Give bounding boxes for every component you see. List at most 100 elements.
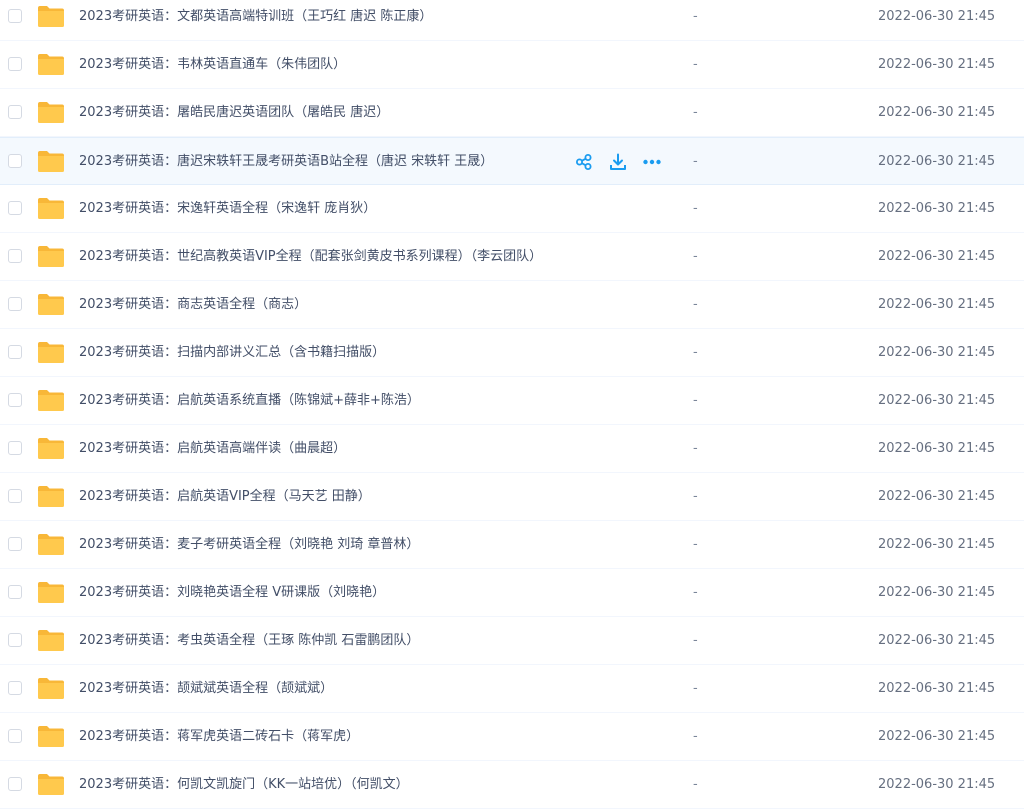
row-checkbox[interactable] — [8, 489, 22, 503]
file-row[interactable]: 2023考研英语：蒋军虎英语二砖石卡（蒋军虎） - 2022-06-30 21:… — [0, 713, 1024, 761]
file-size: - — [693, 633, 698, 648]
file-size: - — [693, 201, 698, 216]
modified-time: 2022-06-30 21:45 — [878, 154, 996, 169]
file-name[interactable]: 2023考研英语：考虫英语全程（王琢 陈仲凯 石雷鹏团队） — [79, 617, 419, 665]
folder-icon — [38, 726, 64, 747]
row-checkbox[interactable] — [8, 105, 22, 119]
file-row[interactable]: 2023考研英语：何凯文凯旋门（KK一站培优）（何凯文） - 2022-06-3… — [0, 761, 1024, 809]
row-checkbox[interactable] — [8, 585, 22, 599]
row-hover-actions — [574, 152, 676, 172]
row-checkbox[interactable] — [8, 393, 22, 407]
file-name[interactable]: 2023考研英语：启航英语VIP全程（马天艺 田静） — [79, 473, 371, 521]
file-row[interactable]: 2023考研英语：文都英语高端特训班（王巧红 唐迟 陈正康） - 2022-06… — [0, 0, 1024, 41]
modified-time: 2022-06-30 21:45 — [878, 681, 996, 696]
file-list: 2023考研英语：文都英语高端特训班（王巧红 唐迟 陈正康） - 2022-06… — [0, 0, 1024, 809]
row-checkbox[interactable] — [8, 441, 22, 455]
file-name[interactable]: 2023考研英语：扫描内部讲义汇总（含书籍扫描版） — [79, 329, 385, 377]
file-name[interactable]: 2023考研英语：启航英语系统直播（陈锦斌+薛非+陈浩） — [79, 377, 420, 425]
row-checkbox[interactable] — [8, 154, 22, 168]
file-name[interactable]: 2023考研英语：屠皓民唐迟英语团队（屠皓民 唐迟） — [79, 89, 389, 137]
download-icon[interactable] — [608, 152, 628, 172]
row-checkbox[interactable] — [8, 777, 22, 791]
row-checkbox[interactable] — [8, 537, 22, 551]
folder-icon — [38, 246, 64, 267]
folder-icon — [38, 294, 64, 315]
folder-icon — [38, 198, 64, 219]
file-size: - — [693, 345, 698, 360]
modified-time: 2022-06-30 21:45 — [878, 57, 996, 72]
row-checkbox[interactable] — [8, 729, 22, 743]
file-row[interactable]: 2023考研英语：启航英语高端伴读（曲晨超） - 2022-06-30 21:4… — [0, 425, 1024, 473]
file-name[interactable]: 2023考研英语：文都英语高端特训班（王巧红 唐迟 陈正康） — [79, 0, 432, 41]
file-size: - — [693, 489, 698, 504]
folder-icon — [38, 534, 64, 555]
modified-time: 2022-06-30 21:45 — [878, 297, 996, 312]
row-checkbox[interactable] — [8, 57, 22, 71]
folder-icon — [38, 54, 64, 75]
folder-icon — [38, 151, 64, 172]
file-row[interactable]: 2023考研英语：商志英语全程（商志） - 2022-06-30 21:45 — [0, 281, 1024, 329]
folder-icon — [38, 6, 64, 27]
file-row[interactable]: 2023考研英语：麦子考研英语全程（刘晓艳 刘琦 章普林） - 2022-06-… — [0, 521, 1024, 569]
file-name[interactable]: 2023考研英语：唐迟宋轶轩王晟考研英语B站全程（唐迟 宋轶轩 王晟） — [79, 138, 493, 186]
file-row[interactable]: 2023考研英语：韦林英语直通车（朱伟团队） - 2022-06-30 21:4… — [0, 41, 1024, 89]
folder-icon — [38, 582, 64, 603]
modified-time: 2022-06-30 21:45 — [878, 777, 996, 792]
file-row[interactable]: 2023考研英语：屠皓民唐迟英语团队（屠皓民 唐迟） - 2022-06-30 … — [0, 89, 1024, 137]
folder-icon — [38, 102, 64, 123]
row-checkbox[interactable] — [8, 297, 22, 311]
file-row[interactable]: 2023考研英语：考虫英语全程（王琢 陈仲凯 石雷鹏团队） - 2022-06-… — [0, 617, 1024, 665]
file-row[interactable]: 2023考研英语：刘晓艳英语全程 V研课版（刘晓艳） - 2022-06-30 … — [0, 569, 1024, 617]
file-row[interactable]: 2023考研英语：世纪高教英语VIP全程（配套张剑黄皮书系列课程）（李云团队） … — [0, 233, 1024, 281]
file-name[interactable]: 2023考研英语：世纪高教英语VIP全程（配套张剑黄皮书系列课程）（李云团队） — [79, 233, 542, 281]
modified-time: 2022-06-30 21:45 — [878, 393, 996, 408]
share-icon[interactable] — [574, 152, 594, 172]
file-size: - — [693, 9, 698, 24]
file-size: - — [693, 297, 698, 312]
modified-time: 2022-06-30 21:45 — [878, 585, 996, 600]
file-name[interactable]: 2023考研英语：何凯文凯旋门（KK一站培优）（何凯文） — [79, 761, 409, 809]
file-size: - — [693, 154, 698, 169]
folder-icon — [38, 390, 64, 411]
file-size: - — [693, 249, 698, 264]
row-checkbox[interactable] — [8, 681, 22, 695]
file-size: - — [693, 537, 698, 552]
folder-icon — [38, 486, 64, 507]
file-row[interactable]: 2023考研英语：颉斌斌英语全程（颉斌斌） - 2022-06-30 21:45 — [0, 665, 1024, 713]
file-name[interactable]: 2023考研英语：刘晓艳英语全程 V研课版（刘晓艳） — [79, 569, 385, 617]
file-name[interactable]: 2023考研英语：麦子考研英语全程（刘晓艳 刘琦 章普林） — [79, 521, 419, 569]
modified-time: 2022-06-30 21:45 — [878, 729, 996, 744]
modified-time: 2022-06-30 21:45 — [878, 249, 996, 264]
modified-time: 2022-06-30 21:45 — [878, 9, 996, 24]
file-row[interactable]: 2023考研英语：扫描内部讲义汇总（含书籍扫描版） - 2022-06-30 2… — [0, 329, 1024, 377]
row-checkbox[interactable] — [8, 633, 22, 647]
file-name[interactable]: 2023考研英语：宋逸轩英语全程（宋逸轩 庞肖狄） — [79, 185, 376, 233]
row-checkbox[interactable] — [8, 9, 22, 23]
file-name[interactable]: 2023考研英语：启航英语高端伴读（曲晨超） — [79, 425, 346, 473]
modified-time: 2022-06-30 21:45 — [878, 345, 996, 360]
modified-time: 2022-06-30 21:45 — [878, 105, 996, 120]
file-name[interactable]: 2023考研英语：商志英语全程（商志） — [79, 281, 307, 329]
folder-icon — [38, 630, 64, 651]
file-row[interactable]: 2023考研英语：启航英语系统直播（陈锦斌+薛非+陈浩） - 2022-06-3… — [0, 377, 1024, 425]
modified-time: 2022-06-30 21:45 — [878, 633, 996, 648]
modified-time: 2022-06-30 21:45 — [878, 441, 996, 456]
file-size: - — [693, 729, 698, 744]
row-checkbox[interactable] — [8, 345, 22, 359]
file-size: - — [693, 681, 698, 696]
file-size: - — [693, 441, 698, 456]
folder-icon — [38, 774, 64, 795]
file-size: - — [693, 105, 698, 120]
file-row[interactable]: 2023考研英语：宋逸轩英语全程（宋逸轩 庞肖狄） - 2022-06-30 2… — [0, 185, 1024, 233]
modified-time: 2022-06-30 21:45 — [878, 201, 996, 216]
modified-time: 2022-06-30 21:45 — [878, 537, 996, 552]
more-icon[interactable] — [642, 152, 662, 172]
file-name[interactable]: 2023考研英语：蒋军虎英语二砖石卡（蒋军虎） — [79, 713, 359, 761]
row-checkbox[interactable] — [8, 201, 22, 215]
row-checkbox[interactable] — [8, 249, 22, 263]
file-row[interactable]: 2023考研英语：启航英语VIP全程（马天艺 田静） - 2022-06-30 … — [0, 473, 1024, 521]
file-name[interactable]: 2023考研英语：颉斌斌英语全程（颉斌斌） — [79, 665, 333, 713]
folder-icon — [38, 678, 64, 699]
file-row[interactable]: 2023考研英语：唐迟宋轶轩王晟考研英语B站全程（唐迟 宋轶轩 王晟） - 20… — [0, 137, 1024, 185]
file-name[interactable]: 2023考研英语：韦林英语直通车（朱伟团队） — [79, 41, 346, 89]
